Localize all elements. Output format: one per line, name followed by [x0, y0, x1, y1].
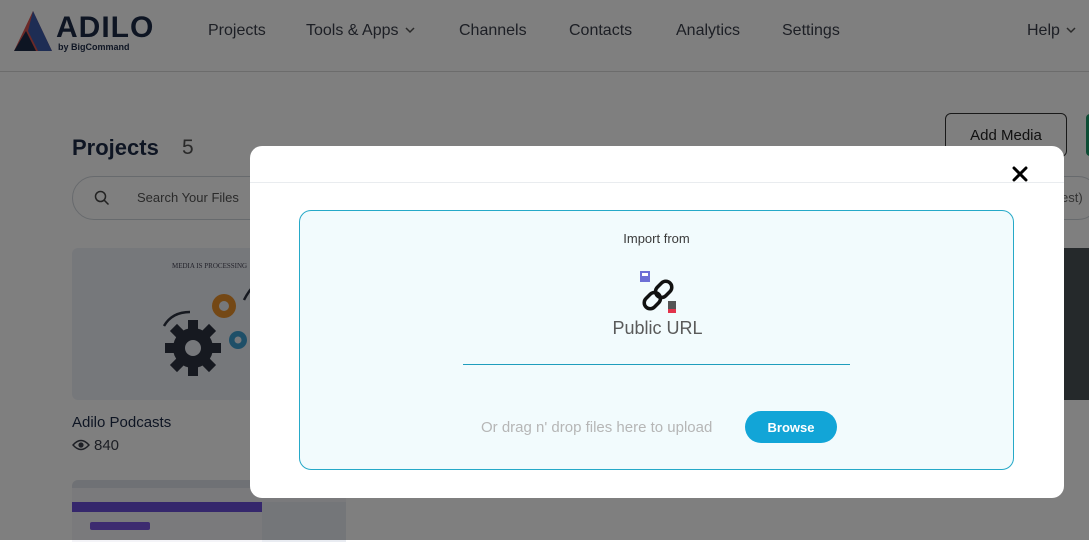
import-from-label: Import from — [623, 231, 690, 246]
drag-drop-hint: Or drag n' drop files here to upload — [481, 419, 713, 436]
public-url-underline — [463, 364, 850, 365]
link-icon — [640, 271, 676, 313]
close-icon — [1012, 166, 1028, 182]
modal-divider — [250, 182, 1064, 183]
close-button[interactable] — [1008, 162, 1032, 186]
public-url-label: Public URL — [612, 318, 703, 338]
public-url-option[interactable]: Public URL — [600, 269, 715, 343]
import-media-modal: Import from Public URL Or drag n' drop f… — [250, 146, 1064, 498]
upload-dropzone[interactable]: Import from Public URL Or drag n' drop f… — [299, 210, 1014, 470]
browse-button[interactable]: Browse — [745, 411, 837, 443]
